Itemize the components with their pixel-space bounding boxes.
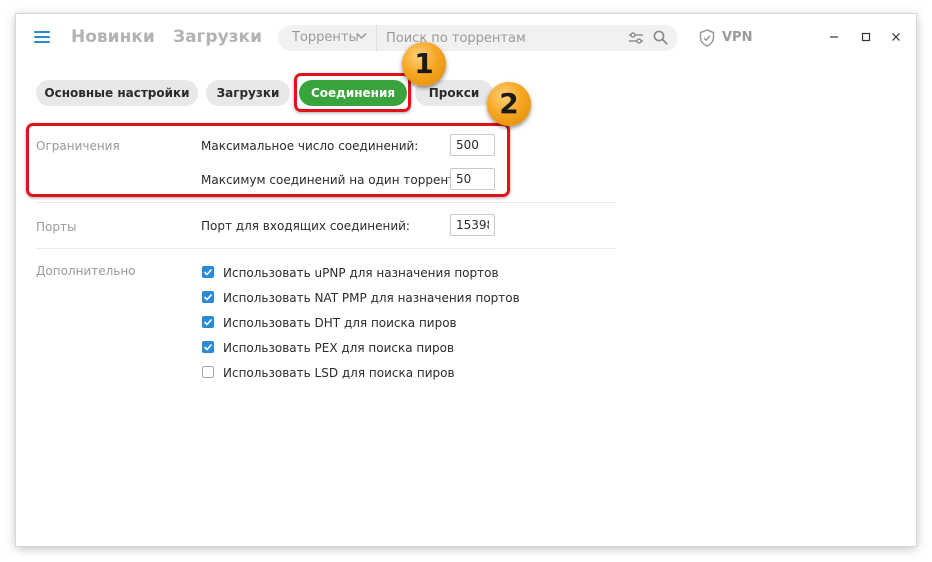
- checkmark-icon: [203, 293, 213, 301]
- minimize-icon[interactable]: [826, 29, 842, 45]
- checkbox-dht[interactable]: [202, 316, 214, 328]
- tab-basic-settings[interactable]: Основные настройки: [36, 80, 198, 106]
- checkbox-lsd-label[interactable]: Использовать LSD для поиска пиров: [223, 366, 455, 380]
- shield-check-icon: [699, 29, 715, 47]
- close-icon[interactable]: [888, 29, 904, 45]
- maximize-icon[interactable]: [858, 29, 874, 45]
- title-bar: Новинки Загрузки Торренты Поиск по торре…: [16, 14, 916, 62]
- nav-downloads[interactable]: Загрузки: [173, 27, 262, 47]
- nav-new-releases[interactable]: Новинки: [71, 27, 155, 47]
- annotation-frame-connections-tab: [294, 73, 411, 112]
- section-label-advanced: Дополнительно: [36, 264, 136, 278]
- tab-downloads[interactable]: Загрузки: [206, 80, 290, 106]
- incoming-port-label: Порт для входящих соединений:: [201, 219, 410, 233]
- section-label-ports: Порты: [36, 220, 77, 234]
- section-divider: [36, 248, 616, 249]
- checkbox-nat-pmp[interactable]: [202, 291, 214, 303]
- search-category-select[interactable]: Торренты: [292, 30, 359, 45]
- checkbox-lsd[interactable]: [202, 366, 214, 378]
- checkbox-nat-pmp-label[interactable]: Использовать NAT PMP для назначения порт…: [223, 291, 520, 305]
- checkbox-upnp-label[interactable]: Использовать uPNP для назначения портов: [223, 266, 499, 280]
- search-icon[interactable]: [653, 30, 668, 45]
- search-divider: [376, 25, 377, 51]
- app-window: Новинки Загрузки Торренты Поиск по торре…: [16, 14, 916, 546]
- checkbox-pex[interactable]: [202, 341, 214, 353]
- menu-icon[interactable]: [34, 30, 50, 44]
- annotation-badge-1: 1: [402, 42, 446, 86]
- incoming-port-input[interactable]: [450, 214, 495, 236]
- checkmark-icon: [203, 268, 213, 276]
- checkmark-icon: [203, 318, 213, 326]
- filter-sliders-icon[interactable]: [628, 31, 644, 45]
- checkbox-upnp[interactable]: [202, 266, 214, 278]
- checkbox-pex-label[interactable]: Использовать PEX для поиска пиров: [223, 341, 454, 355]
- annotation-badge-2: 2: [487, 82, 531, 126]
- vpn-label: VPN: [722, 30, 753, 45]
- chevron-down-icon[interactable]: [356, 32, 367, 40]
- checkbox-dht-label[interactable]: Использовать DHT для поиска пиров: [223, 316, 457, 330]
- search-bar: Торренты: [278, 25, 678, 51]
- checkmark-icon: [203, 343, 213, 351]
- annotation-frame-limits: [26, 123, 510, 197]
- section-divider: [36, 202, 616, 203]
